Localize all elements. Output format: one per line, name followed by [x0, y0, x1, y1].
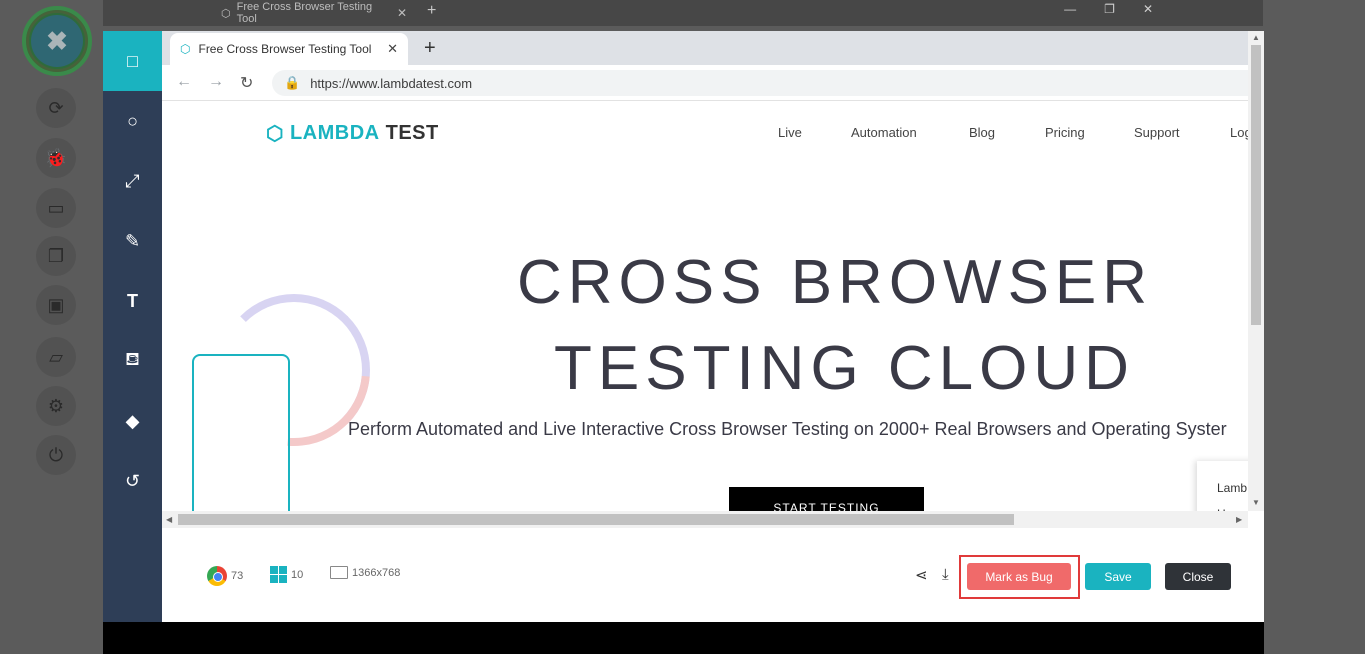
mark-as-bug-button[interactable]: Mark as Bug	[967, 563, 1071, 590]
logo-text-lambda: LAMBDA	[289, 122, 380, 144]
nav-automation: Automation	[851, 125, 917, 140]
os-version: 10	[291, 568, 304, 581]
chrome-icon	[207, 566, 227, 586]
background-tab-title: Free Cross Browser Testing Tool	[236, 1, 373, 25]
annotation-toolbar: □ ○ ⤢ ✎ T ⛾ ◆ ↺	[103, 31, 162, 622]
hero-title-line2: TESTING CLOUD	[554, 334, 1135, 403]
fill-icon[interactable]: ⛾	[103, 331, 162, 391]
hero-title-line1: CROSS BROWSER	[517, 248, 1154, 317]
background-tab-strip: ⬡ Free Cross Browser Testing Tool ✕ + — …	[103, 0, 1263, 26]
vertical-scroll-thumb[interactable]	[1251, 45, 1261, 325]
gear-icon[interactable]: ⚙	[36, 386, 76, 426]
pen-icon[interactable]: ✎	[103, 211, 162, 271]
scroll-left-icon[interactable]: ◀	[166, 515, 172, 524]
back-arrow-icon: ←	[176, 73, 192, 90]
web-page: ⬡ LAMBDA TEST Live Automation Blog Pricin…	[162, 101, 1248, 511]
horizontal-scroll-thumb[interactable]	[178, 514, 1014, 525]
restore-button[interactable]: ❐	[1104, 2, 1115, 16]
text-icon[interactable]: T	[103, 271, 162, 331]
browser-version: 73	[231, 570, 244, 582]
bug-icon[interactable]: 🐞	[36, 138, 76, 178]
window-close-button[interactable]: ✕	[1143, 2, 1153, 16]
lambdatest-logo: ⬡ LAMBDA TEST	[266, 121, 439, 146]
close-button[interactable]: Close	[1165, 563, 1231, 590]
windows-icon	[270, 566, 287, 583]
inner-tab: ⬡ Free Cross Browser Testing Tool ✕	[170, 33, 408, 65]
video-icon[interactable]: ▭	[36, 188, 76, 228]
resolution-info: 1366x768	[330, 566, 400, 579]
scroll-down-icon[interactable]: ▼	[1252, 498, 1260, 507]
undo-icon[interactable]: ↺	[103, 451, 162, 511]
window-controls: — ❐ ✕	[1064, 2, 1153, 16]
modal-bottom-bar	[103, 622, 1264, 654]
save-button[interactable]: Save	[1085, 563, 1151, 590]
folder-icon[interactable]: ▱	[36, 337, 76, 377]
close-icon: ✖	[31, 15, 83, 67]
eraser-icon[interactable]: ◆	[103, 391, 162, 451]
nav-pricing: Pricing	[1045, 125, 1085, 140]
inner-tab-strip: ⬡ Free Cross Browser Testing Tool ✕ +	[162, 31, 1264, 65]
address-bar-row: ← → ↻ 🔒 https://www.lambdatest.com	[162, 65, 1264, 101]
sync-icon[interactable]: ⟳	[36, 88, 76, 128]
close-icon[interactable]: ✕	[397, 6, 407, 20]
captured-screenshot: ⬡ Free Cross Browser Testing Tool ✕ + ← …	[162, 31, 1264, 528]
chat-line: Hey	[1217, 501, 1248, 511]
address-bar: 🔒 https://www.lambdatest.com	[272, 70, 1262, 96]
forward-arrow-icon: →	[208, 73, 224, 90]
start-testing-button: START TESTING	[729, 487, 924, 511]
desktop-icon[interactable]: ▣	[36, 285, 76, 325]
resolution-value: 1366x768	[352, 566, 401, 579]
circle-icon[interactable]: ○	[103, 91, 162, 151]
power-icon[interactable]: ⏻	[36, 435, 76, 475]
new-tab-button[interactable]: +	[427, 2, 436, 20]
floating-toolbar: ✖ ⟳ 🐞 ▭ ❐ ▣ ▱ ⚙ ⏻	[20, 0, 94, 654]
scroll-up-icon[interactable]: ▲	[1252, 33, 1260, 42]
reload-icon: ↻	[240, 75, 254, 92]
monitor-icon	[330, 566, 348, 579]
os-info: 10	[270, 566, 303, 583]
scroll-right-icon[interactable]: ▶	[1236, 515, 1242, 524]
screenshot-editor-modal: □ ○ ⤢ ✎ T ⛾ ◆ ↺ ⬡ Free Cross Browser Tes…	[103, 31, 1264, 622]
browser-info: 73	[207, 566, 243, 586]
phone-illustration	[192, 354, 290, 511]
horizontal-scrollbar[interactable]: ◀ ▶	[162, 511, 1248, 528]
minimize-button[interactable]: —	[1064, 2, 1076, 16]
plus-icon: +	[424, 37, 436, 59]
url-text: https://www.lambdatest.com	[310, 75, 473, 91]
lock-icon: 🔒	[284, 75, 301, 90]
background-tab[interactable]: ⬡ Free Cross Browser Testing Tool ✕	[213, 1, 413, 25]
square-icon[interactable]: □	[103, 31, 162, 91]
nav-login: Log	[1230, 125, 1248, 140]
logo-hex-icon: ⬡	[266, 123, 284, 145]
download-icon[interactable]: ⤓	[942, 566, 949, 583]
close-icon: ✕	[387, 41, 398, 56]
editor-footer: 73 10 1366x768 ⋖ ⤓ Mark as Bug Save Clos…	[162, 528, 1264, 622]
hero-subtitle: Perform Automated and Live Interactive C…	[348, 419, 1227, 439]
inner-tab-title: Free Cross Browser Testing Tool	[198, 42, 372, 56]
lambdatest-favicon-icon: ⬡	[180, 42, 191, 56]
copy-icon[interactable]: ❐	[36, 236, 76, 276]
lambdatest-favicon-icon: ⬡	[221, 7, 231, 20]
close-panel-button[interactable]: ✖	[22, 6, 92, 76]
logo-text-test: TEST	[385, 122, 439, 144]
share-icon[interactable]: ⋖	[915, 566, 928, 584]
nav-blog: Blog	[969, 125, 996, 140]
vertical-scrollbar[interactable]: ▲ ▼	[1248, 31, 1264, 511]
nav-live: Live	[778, 125, 802, 140]
nav-support: Support	[1134, 125, 1180, 140]
line-icon[interactable]: ⤢	[103, 151, 162, 211]
chat-line: Lamb	[1217, 481, 1248, 495]
chat-widget: Lamb Hey	[1197, 461, 1248, 511]
